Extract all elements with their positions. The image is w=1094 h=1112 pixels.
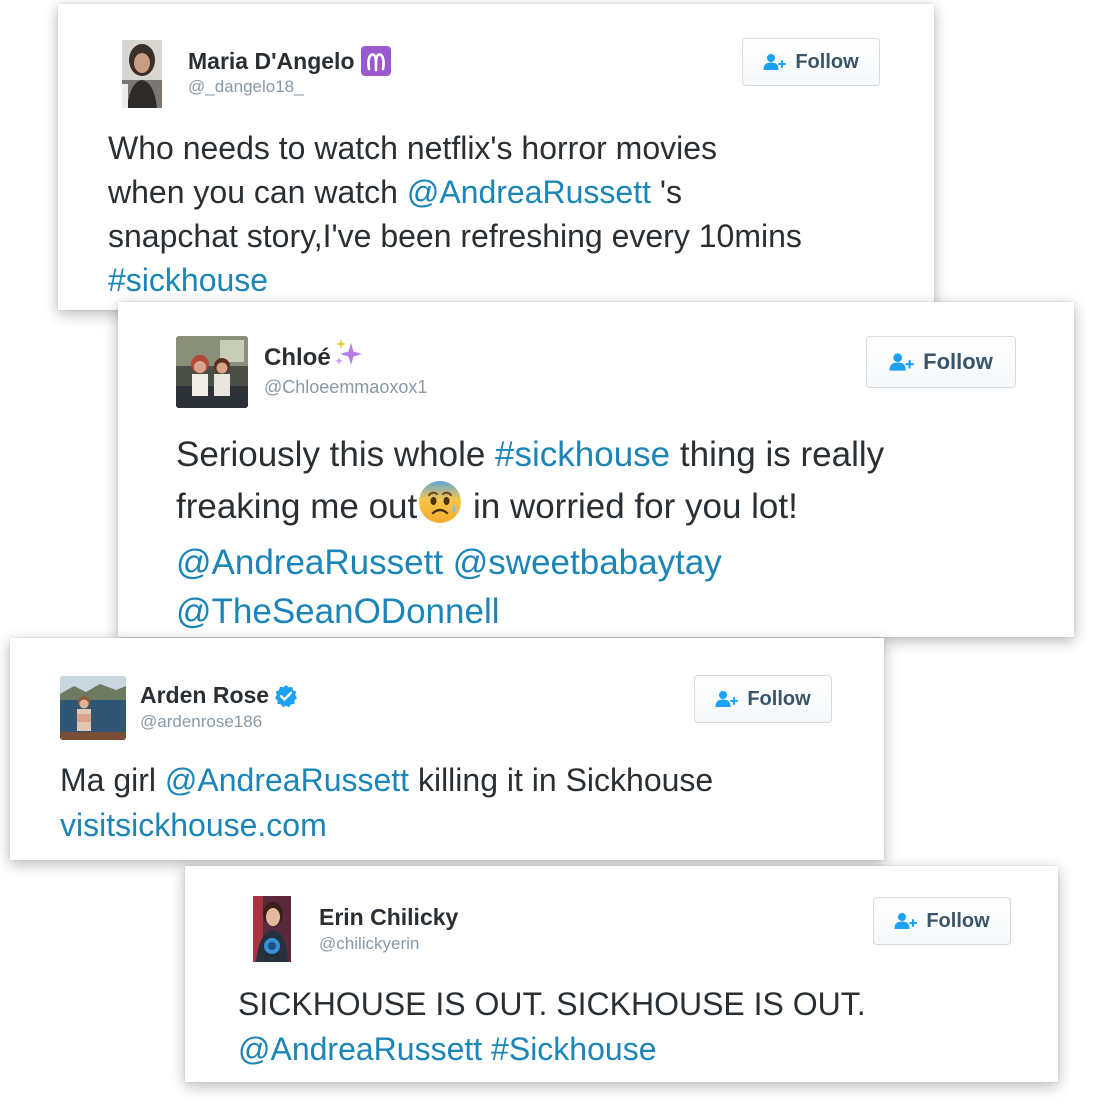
user-handle[interactable]: @Chloeemmaoxox1 [264, 377, 427, 398]
avatar[interactable] [176, 336, 248, 408]
tweet-line: #sickhouse [108, 258, 802, 302]
hashtag-link[interactable]: #Sickhouse [491, 1031, 656, 1067]
tweet-line: @AndreaRussett @sweetbabaytay [176, 538, 884, 587]
follow-label: Follow [747, 687, 811, 710]
follow-label: Follow [926, 909, 990, 932]
mention-link[interactable]: @AndreaRussett [165, 762, 409, 798]
mention-link[interactable]: @AndreaRussett [238, 1031, 482, 1067]
add-user-icon [715, 690, 739, 708]
mention-link[interactable]: @AndreaRussett [407, 174, 651, 210]
tweet-line: Seriously this whole #sickhouse thing is… [176, 435, 885, 474]
tweet-line: visitsickhouse.com [60, 803, 713, 848]
hashtag-link[interactable]: #sickhouse [108, 262, 268, 298]
aries-emoji-icon [360, 46, 391, 76]
tweet-line: Ma girl @AndreaRussett killing it in Sic… [60, 762, 714, 798]
user-handle[interactable]: @chilickyerin [319, 934, 419, 954]
tweet-text: Ma girl @AndreaRussett killing it in Sic… [60, 758, 713, 848]
hashtag-link[interactable]: #sickhouse [495, 435, 670, 474]
add-user-icon [763, 53, 787, 71]
display-name[interactable]: Chloé [264, 344, 331, 372]
add-user-icon [894, 912, 918, 930]
tweet-card: Chloé @Chloeemmaoxox1 Follow Seriously t… [118, 302, 1074, 637]
tweet-card: Arden Rose @ardenrose186 Follow Ma girl … [10, 638, 884, 860]
mention-link[interactable]: @sweetbabaytay [453, 543, 722, 582]
tweet-text: Who needs to watch netflix's horror movi… [108, 126, 802, 302]
follow-button[interactable]: Follow [866, 336, 1016, 388]
display-name[interactable]: Erin Chilicky [319, 904, 458, 931]
tweet-card: Erin Chilicky @chilickyerin Follow SICKH… [185, 866, 1058, 1082]
tweet-line: SICKHOUSE IS OUT. SICKHOUSE IS OUT. [238, 986, 866, 1022]
tweet-line: snapchat story,I've been refreshing ever… [108, 218, 802, 254]
anxious-face-emoji-icon [417, 479, 463, 538]
avatar[interactable] [122, 40, 162, 108]
tweet-line: @AndreaRussett #Sickhouse [238, 1027, 866, 1072]
url-link[interactable]: visitsickhouse.com [60, 807, 327, 843]
tweet-collage: Maria D'Angelo @_dangelo18_ Follow Who n… [0, 0, 1094, 1112]
sparkles-emoji-icon [333, 337, 365, 369]
tweet-text: Seriously this whole #sickhouse thing is… [176, 430, 884, 636]
tweet-line: freaking me out in worried for you lot! [176, 479, 884, 538]
mention-link[interactable]: @TheSeanODonnell [176, 592, 500, 631]
follow-button[interactable]: Follow [742, 38, 880, 86]
tweet-line: when you can watch @AndreaRussett 's [108, 174, 682, 210]
display-name[interactable]: Maria D'Angelo [188, 48, 355, 75]
user-handle[interactable]: @_dangelo18_ [188, 77, 304, 97]
tweet-text: SICKHOUSE IS OUT. SICKHOUSE IS OUT. @And… [238, 982, 866, 1072]
tweet-line: @TheSeanODonnell [176, 587, 884, 636]
follow-button[interactable]: Follow [694, 675, 832, 723]
follow-label: Follow [923, 349, 993, 374]
follow-button[interactable]: Follow [873, 897, 1011, 945]
tweet-card: Maria D'Angelo @_dangelo18_ Follow Who n… [58, 4, 934, 310]
display-name[interactable]: Arden Rose [140, 682, 269, 709]
add-user-icon [889, 352, 915, 372]
follow-label: Follow [795, 50, 859, 73]
verified-badge-icon [274, 684, 298, 708]
avatar[interactable] [60, 676, 126, 740]
user-handle[interactable]: @ardenrose186 [140, 712, 262, 732]
tweet-line: Who needs to watch netflix's horror movi… [108, 130, 718, 166]
avatar[interactable] [253, 896, 291, 962]
mention-link[interactable]: @AndreaRussett [176, 543, 443, 582]
